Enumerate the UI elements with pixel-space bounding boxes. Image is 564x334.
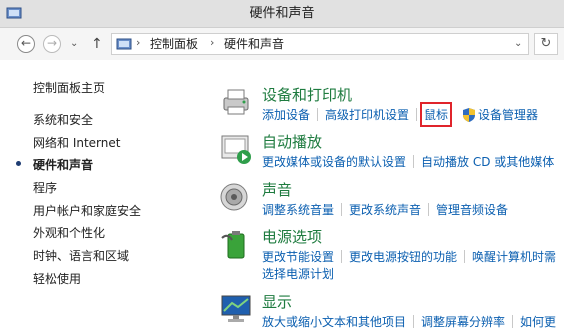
sidebar-item-user-accounts[interactable]: 用户帐户和家庭安全 [33,202,141,219]
divider [428,203,430,216]
control-panel-icon [116,38,132,50]
title-bar: 硬件和声音 [0,0,564,28]
navigation-bar: ← → ⌄ ↑ › 控制面板 › 硬件和声音 ⌄ ↻ [0,28,564,60]
breadcrumb-separator: › [136,36,141,49]
divider [413,315,415,328]
breadcrumb-separator: › [210,36,215,49]
sidebar-item-ease-of-access[interactable]: 轻松使用 [33,270,81,287]
task-list: 更改媒体或设备的默认设置 自动播放 CD 或其他媒体 [262,153,554,170]
forward-button[interactable]: → [43,35,61,53]
divider [317,108,319,121]
sidebar-item-programs[interactable]: 程序 [33,179,57,196]
sidebar-item-home[interactable]: 控制面板主页 [33,79,105,96]
battery-icon [221,231,245,259]
divider [455,108,456,121]
category-title[interactable]: 显示 [262,291,292,312]
task-text-size[interactable]: 放大或缩小文本和其他项目 [262,313,406,330]
back-button[interactable]: ← [17,35,35,53]
task-mouse[interactable]: 鼠标 [420,102,453,127]
autoplay-icon [221,135,251,164]
category-title[interactable]: 设备和打印机 [262,84,352,105]
sidebar-item-appearance[interactable]: 外观和个性化 [33,224,105,241]
sidebar-item-system-security[interactable]: 系统和安全 [33,111,93,128]
divider [341,203,343,216]
task-change-sounds[interactable]: 更改系统声音 [349,201,421,218]
category-title[interactable]: 电源选项 [262,226,322,247]
task-wake-password[interactable]: 唤醒计算机时需 [472,248,556,265]
shield-icon [463,108,476,122]
task-resolution[interactable]: 调整屏幕分辨率 [421,313,505,330]
task-advanced-printer[interactable]: 高级打印机设置 [325,106,409,123]
category-title[interactable]: 自动播放 [262,131,322,152]
speaker-icon [220,183,248,211]
active-bullet-icon [16,161,21,166]
breadcrumb-hardware-sound[interactable]: 硬件和声音 [224,36,284,52]
task-list: 放大或缩小文本和其他项目 调整屏幕分辨率 如何更 [262,313,556,330]
divider [464,250,466,263]
sidebar-item-network[interactable]: 网络和 Internet [33,134,120,151]
display-icon [221,295,251,322]
divider [413,155,415,168]
sidebar-item-hardware-sound[interactable]: 硬件和声音 [33,156,93,173]
task-add-device[interactable]: 添加设备 [262,106,310,123]
divider [512,315,514,328]
address-bar[interactable]: › 控制面板 › 硬件和声音 ⌄ [111,33,529,55]
task-adjust-volume[interactable]: 调整系统音量 [262,201,334,218]
task-manage-audio[interactable]: 管理音频设备 [436,201,508,218]
task-power-saving[interactable]: 更改节能设置 [262,248,334,265]
category-title[interactable]: 声音 [262,179,292,200]
task-power-button[interactable]: 更改电源按钮的功能 [349,248,457,265]
task-list: 更改节能设置 更改电源按钮的功能 唤醒计算机时需 [262,248,556,265]
task-autoplay-cd[interactable]: 自动播放 CD 或其他媒体 [421,153,554,170]
breadcrumb-control-panel[interactable]: 控制面板 [150,36,198,52]
task-change-default[interactable]: 更改媒体或设备的默认设置 [262,153,406,170]
recent-locations-icon[interactable]: ⌄ [70,38,78,49]
divider [341,250,343,263]
divider [416,108,418,121]
refresh-button[interactable]: ↻ [534,33,558,55]
task-device-manager[interactable]: 设备管理器 [478,106,538,123]
task-list: 调整系统音量 更改系统声音 管理音频设备 [262,201,508,218]
chevron-down-icon[interactable]: ⌄ [514,38,522,49]
task-list: 添加设备 高级打印机设置 鼠标 设备管理器 [262,102,538,127]
task-list: 选择电源计划 [262,265,334,282]
sidebar-item-clock-region[interactable]: 时钟、语言和区域 [33,247,129,264]
window-title: 硬件和声音 [249,6,315,21]
up-button[interactable]: ↑ [91,36,103,52]
printer-icon [223,89,249,115]
task-choose-plan[interactable]: 选择电源计划 [262,265,334,282]
task-more[interactable]: 如何更 [520,313,556,330]
